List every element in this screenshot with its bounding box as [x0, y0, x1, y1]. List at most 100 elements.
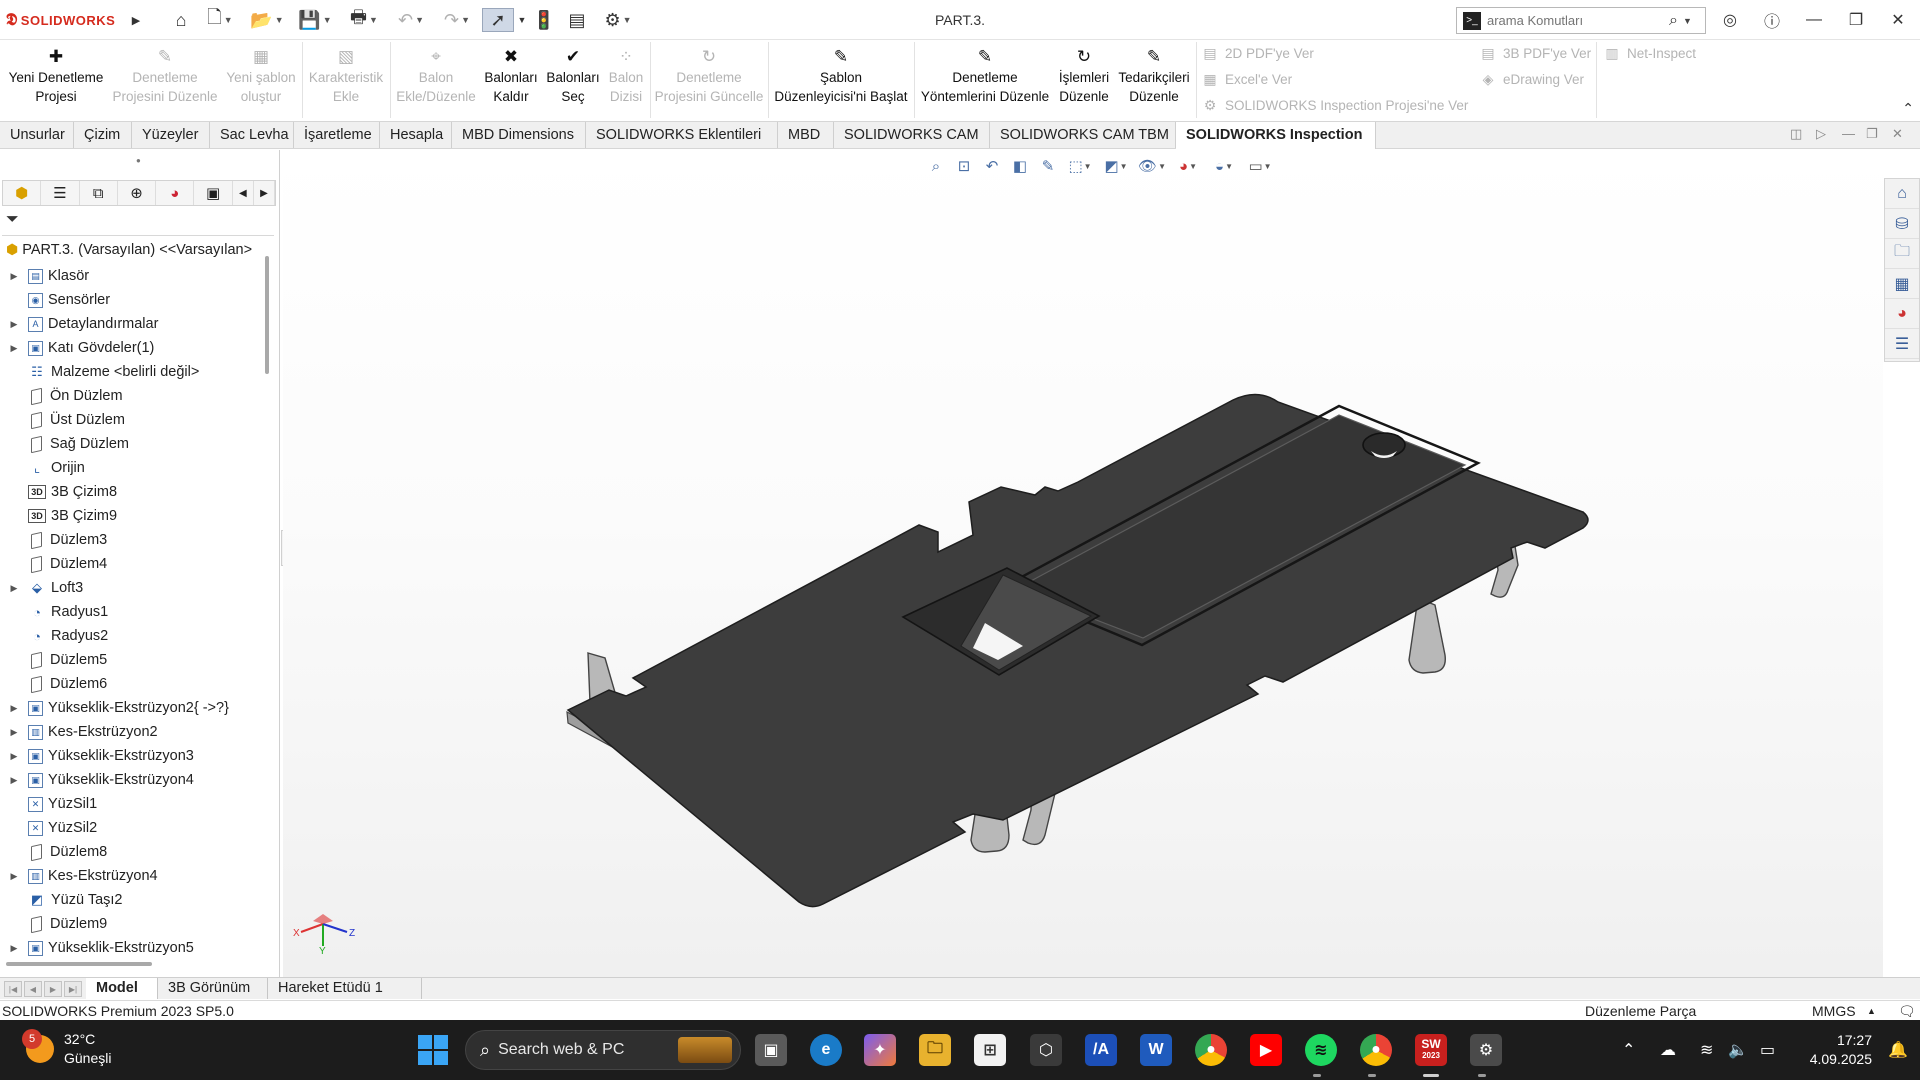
launch-template-editor-button[interactable]: ✎ Şablon Düzenleyicisi'ni Başlat — [770, 42, 912, 106]
inspection-tab-icon[interactable]: ▣ — [194, 181, 233, 205]
feature-tree-item[interactable]: ◩ Yüzü Taşı2 — [0, 888, 262, 912]
feature-tree-item[interactable]: ⌞ Orijin — [0, 456, 262, 480]
file-explorer-icon[interactable]: 🗀 — [1885, 239, 1919, 269]
create-new-template-button[interactable]: ▦ Yeni şablon oluştur — [222, 42, 300, 106]
show-hidden-icons-chevron-icon[interactable]: ⌃ — [1622, 1040, 1635, 1060]
doc-restore-icon[interactable]: ❐ — [1866, 126, 1878, 142]
view-palette-icon[interactable]: ▦ — [1885, 269, 1919, 299]
solidworks-taskbar-icon[interactable]: SW 2023 — [1415, 1034, 1447, 1066]
help-icon[interactable]: ⓘ — [1758, 8, 1786, 32]
export-2d-pdf-button[interactable]: ▤ 2D PDF'ye Ver — [1202, 45, 1313, 62]
feature-tree-item[interactable]: Düzlem6 — [0, 672, 262, 696]
tab-solidworks-cam-tbm[interactable]: SOLIDWORKS CAM TBM — [990, 122, 1176, 148]
feature-tree-item[interactable]: ▶ ▣ Yükseklik-Ekstrüzyon5 — [0, 936, 262, 960]
feature-tree-item[interactable]: ▶ ▣ Yükseklik-Ekstrüzyon2{ ->?} — [0, 696, 262, 720]
appearance-tab-icon[interactable]: ◕ — [156, 181, 195, 205]
feature-tree-item[interactable]: ◉ Sensörler — [0, 288, 262, 312]
taskbar-search-box[interactable]: ⌕ Search web & PC — [465, 1030, 741, 1070]
command-search-box[interactable]: >_ ⌕ ▼ — [1456, 7, 1706, 34]
print-icon[interactable]: 🖶 ▼ — [344, 7, 384, 32]
graphics-viewport[interactable]: ⌕ ⊡ ↶ ◧ ✎ ⬚ ▼ ◩ ▼ 👁 ▼ ◕ ▼ ◒ ▼ ▭ ▼ X Y Z — [283, 150, 1883, 977]
part-model-render[interactable] — [283, 150, 1883, 977]
tab-scroll-right-icon[interactable]: ▶ — [254, 181, 275, 205]
feature-tree-item[interactable]: Düzlem9 — [0, 912, 262, 936]
select-cursor-icon[interactable]: ➚ — [482, 8, 514, 32]
feature-tree-item[interactable]: Düzlem5 — [0, 648, 262, 672]
restore-icon[interactable]: ❐ — [1842, 8, 1870, 32]
select-dropdown-caret-icon[interactable]: ▼ — [516, 8, 528, 32]
options-gear-icon[interactable]: ⚙ ▼ — [598, 8, 638, 32]
feature-tree-item[interactable]: ▶ A Detaylandırmalar — [0, 312, 262, 336]
dimxpert-tab-icon[interactable]: ⊕ — [118, 181, 157, 205]
tree-root-part[interactable]: ⬢ PART.3. (Varsayılan) <<Varsayılan> — [6, 241, 252, 258]
expand-arrow-icon[interactable]: ▶ — [8, 343, 20, 354]
collapse-ribbon-caret-icon[interactable]: ⌃ — [1902, 100, 1914, 117]
open-folder-icon[interactable]: 📂 ▼ — [248, 8, 286, 32]
expand-arrow-icon[interactable]: ▶ — [8, 271, 20, 282]
propertymanager-tab-icon[interactable]: ☰ — [41, 181, 80, 205]
tab-evaluate[interactable]: Hesapla — [380, 122, 452, 148]
feature-tree-item[interactable]: ▶ ▥ Kes-Ekstrüzyon2 — [0, 720, 262, 744]
configurationmanager-tab-icon[interactable]: ⧉ — [80, 181, 118, 205]
feature-tree-item[interactable]: ✕ YüzSil1 — [0, 792, 262, 816]
feature-tree-item[interactable]: 3D 3B Çizim8 — [0, 480, 262, 504]
copilot-icon[interactable]: ✦ — [864, 1034, 896, 1066]
tab-solidworks-addins[interactable]: SOLIDWORKS Eklentileri — [586, 122, 778, 148]
add-characteristic-button[interactable]: ▧ Karakteristik Ekle — [304, 42, 388, 106]
task-view-icon[interactable]: ▣ — [755, 1034, 787, 1066]
minimize-icon[interactable]: — — [1800, 8, 1828, 32]
doc-close-icon[interactable]: ✕ — [1892, 126, 1903, 142]
unit-system-selector[interactable]: MMGS — [1812, 1003, 1856, 1019]
tab-features[interactable]: Unsurlar — [0, 122, 74, 148]
tab-markup[interactable]: İşaretleme — [294, 122, 380, 148]
last-tab-icon[interactable]: ▶| — [64, 981, 82, 997]
expand-arrow-icon[interactable]: ▶ — [8, 871, 20, 882]
tab-sheet-metal[interactable]: Sac Levha — [210, 122, 294, 148]
feature-tree-item[interactable]: ▶ ▤ Klasör — [0, 264, 262, 288]
edge-browser-icon[interactable]: e — [810, 1034, 842, 1066]
feature-tree-item[interactable]: ▶ ▥ Kes-Ekstrüzyon4 — [0, 864, 262, 888]
file-properties-icon[interactable]: ▤ — [564, 8, 590, 32]
doc-tile-icon[interactable]: ◫ — [1790, 126, 1802, 142]
word-icon[interactable]: W — [1140, 1034, 1172, 1066]
redo-icon[interactable]: ↷ ▼ — [438, 8, 476, 32]
solidworks-logo[interactable]: 𝕯 SOLIDWORKS — [6, 10, 115, 30]
feature-tree-item[interactable]: ▶ ⬙ Loft3 — [0, 576, 262, 600]
update-inspection-project-button[interactable]: ↻ Denetleme Projesini Güncelle — [652, 42, 766, 106]
export-3d-pdf-button[interactable]: ▤ 3B PDF'ye Ver — [1480, 45, 1591, 62]
add-edit-balloon-button[interactable]: ⌖ Balon Ekle/Düzenle — [392, 42, 480, 106]
feature-tree-item[interactable]: ▶ ▣ Katı Gövdeler(1) — [0, 336, 262, 360]
export-edrawing-button[interactable]: ◈ eDrawing Ver — [1480, 71, 1584, 88]
new-inspection-project-button[interactable]: ✚ Yeni Denetleme Projesi — [4, 42, 108, 106]
doc-next-icon[interactable]: ▷ — [1816, 126, 1826, 142]
tree-vertical-scrollbar[interactable] — [265, 256, 269, 374]
new-document-icon[interactable]: 🗋 ▼ — [202, 7, 238, 32]
microsoft-store-icon[interactable]: ⊞ — [974, 1034, 1006, 1066]
expand-arrow-icon[interactable]: ▶ — [8, 775, 20, 786]
tab-mbd-dimensions[interactable]: MBD Dimensions — [452, 122, 586, 148]
volume-icon[interactable]: 🔈 — [1728, 1040, 1748, 1060]
net-inspect-button[interactable]: ▥ Net-Inspect — [1604, 45, 1696, 62]
feature-tree-item[interactable]: Düzlem4 — [0, 552, 262, 576]
edit-inspection-methods-button[interactable]: ✎ Denetleme Yöntemlerini Düzenle — [916, 42, 1054, 106]
search-dropdown-caret-icon[interactable]: ▼ — [1683, 16, 1692, 26]
feature-tree-item[interactable]: ◔ Radyus1 — [0, 600, 262, 624]
settings-gear-icon[interactable]: ⚙ — [1470, 1034, 1502, 1066]
panel-grip-icon[interactable]: ● — [136, 156, 141, 165]
expand-arrow-icon[interactable]: ▶ — [8, 583, 20, 594]
notifications-bell-icon[interactable]: 🔔 — [1888, 1040, 1908, 1060]
tab-surfaces[interactable]: Yüzeyler — [132, 122, 210, 148]
custom-properties-icon[interactable]: ☰ — [1885, 329, 1919, 359]
chrome-icon[interactable]: ● — [1195, 1034, 1227, 1066]
tab-solidworks-inspection[interactable]: SOLIDWORKS Inspection — [1176, 122, 1376, 149]
featuremanager-tab-icon[interactable]: ⬢ — [3, 181, 42, 205]
wifi-icon[interactable]: ≋ — [1700, 1040, 1713, 1060]
doc-minimize-icon[interactable]: — — [1842, 126, 1855, 141]
chrome-profile-icon[interactable]: ● — [1360, 1034, 1392, 1066]
feature-tree-item[interactable]: Sağ Düzlem — [0, 432, 262, 456]
feature-tree-item[interactable]: ◔ Radyus2 — [0, 624, 262, 648]
windows-start-icon[interactable] — [418, 1035, 448, 1065]
tab-scroll-left-icon[interactable]: ◀ — [233, 181, 254, 205]
balloon-pattern-button[interactable]: ⁘ Balon Dizisi — [604, 42, 648, 106]
edit-inspection-project-button[interactable]: ✎ Denetleme Projesini Düzenle — [110, 42, 220, 106]
